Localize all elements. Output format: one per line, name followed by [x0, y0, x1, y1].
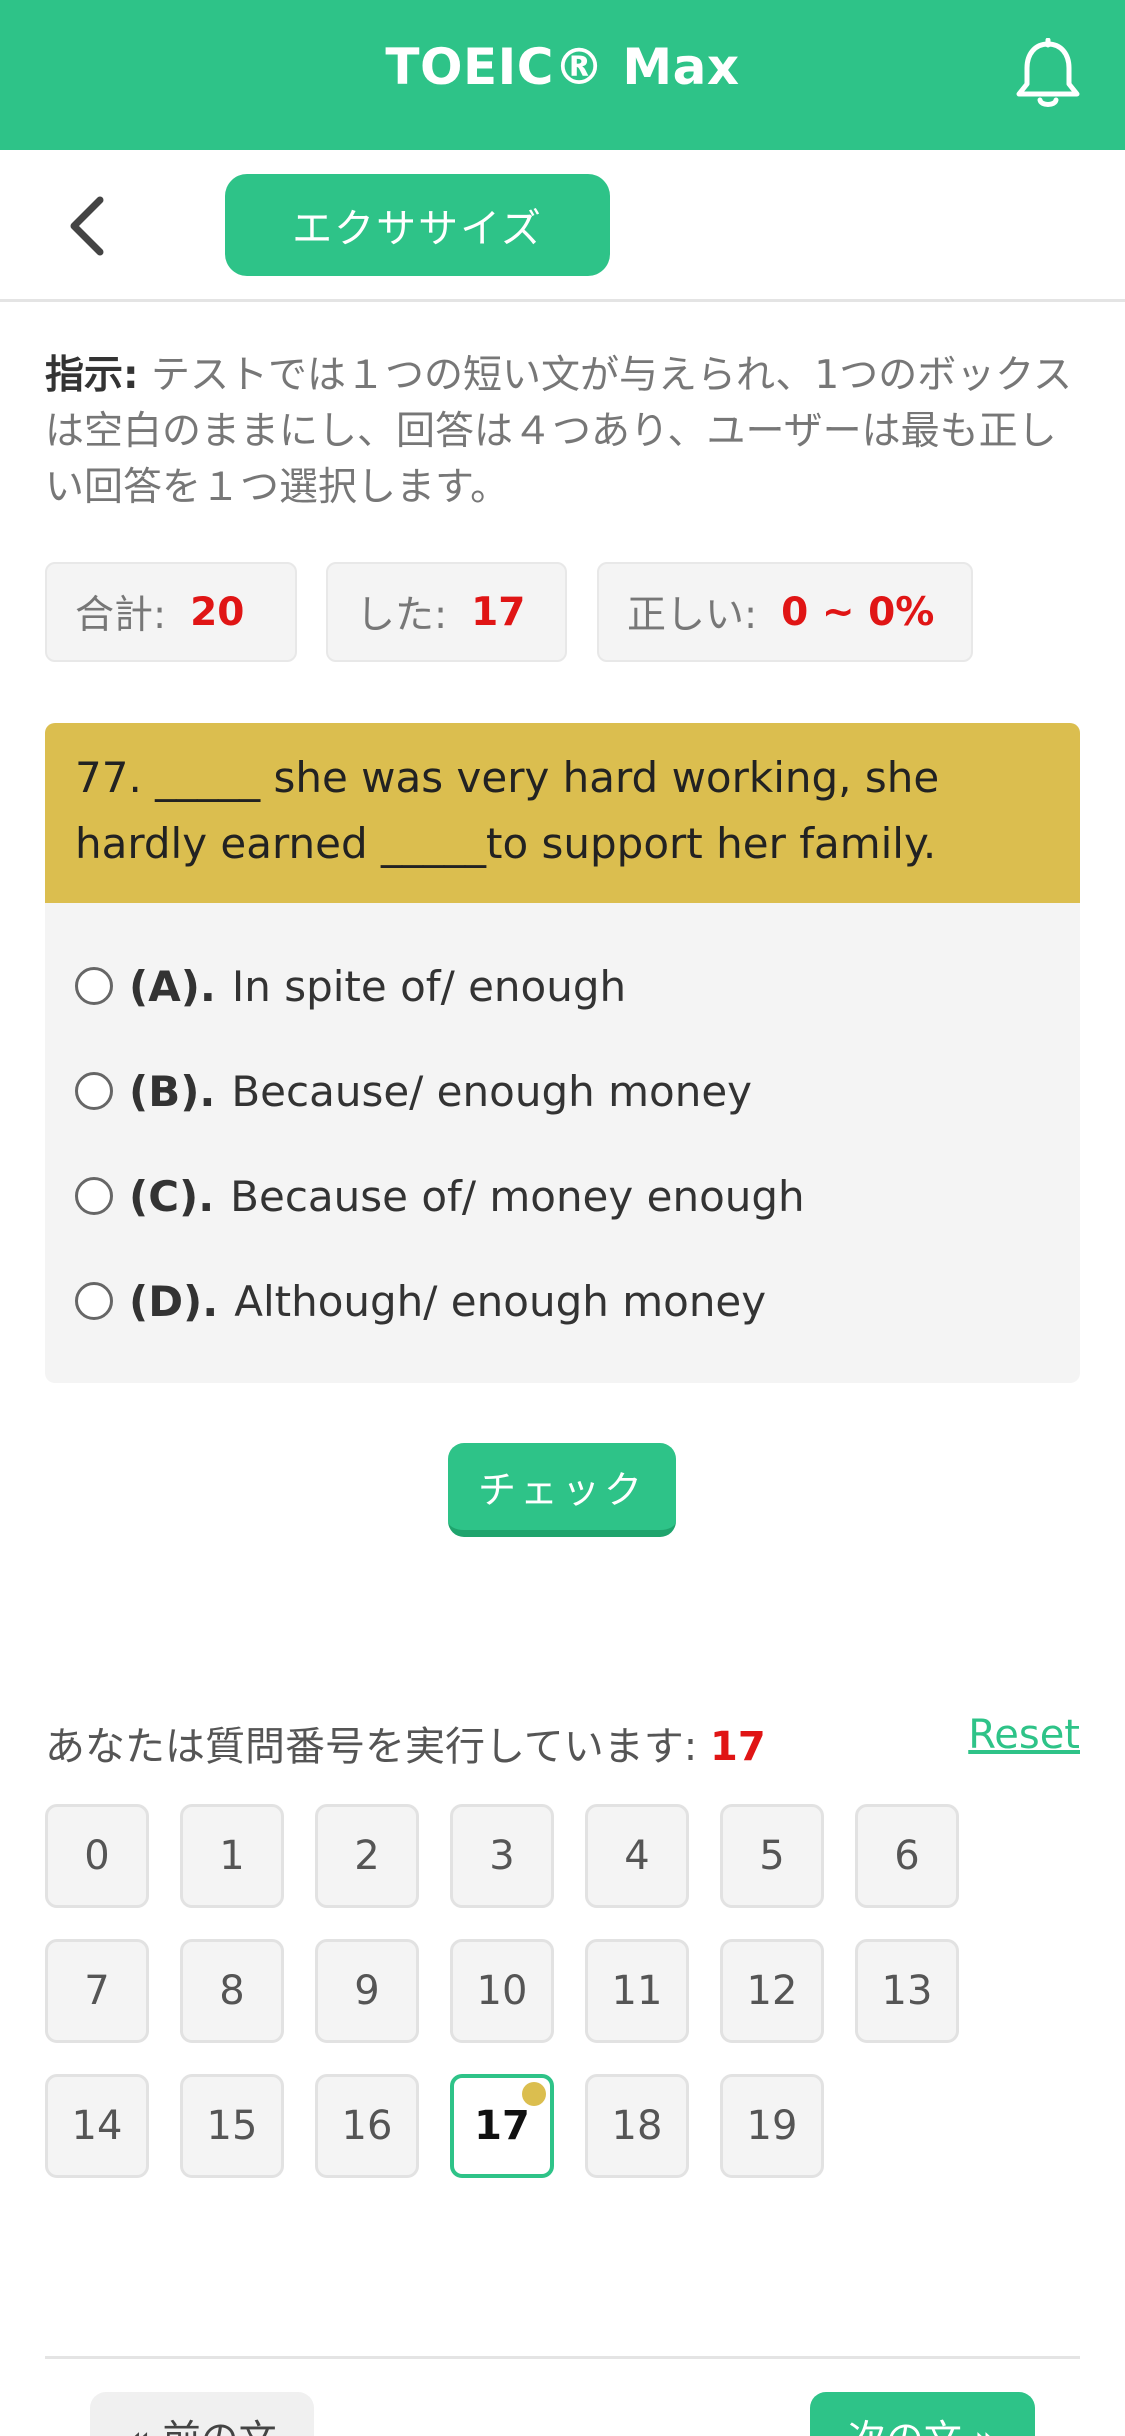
instructions-text: テストでは１つの短い文が与えられ、1つのボックスは空白のままにし、回答は４つあり…: [45, 353, 1073, 510]
instructions-label: 指示:: [45, 353, 139, 398]
question-number-button[interactable]: 15: [180, 2074, 284, 2178]
stat-done: した: 17: [326, 562, 567, 662]
question-number-button[interactable]: 18: [585, 2074, 689, 2178]
radio-button[interactable]: [75, 967, 113, 1005]
stat-correct: 正しい: 0 ~ 0%: [597, 562, 973, 662]
question-card: 77. _____ she was very hard working, she…: [45, 723, 1080, 1383]
option-text: In spite of/ enough: [231, 961, 627, 1011]
app-header: TOEIC® Max: [0, 0, 1125, 150]
radio-button[interactable]: [75, 1282, 113, 1320]
stat-done-value: 17: [471, 589, 526, 635]
bell-icon[interactable]: [1013, 38, 1083, 112]
option-text: Because of/ money enough: [230, 1171, 805, 1221]
question-number-button[interactable]: 19: [720, 2074, 824, 2178]
option-key: (C).: [129, 1171, 215, 1221]
question-number-button[interactable]: 7: [45, 1939, 149, 2043]
option-a[interactable]: (A). In spite of/ enough: [75, 956, 626, 1016]
reset-link[interactable]: Reset: [968, 1712, 1080, 1758]
question-number-button[interactable]: 13: [855, 1939, 959, 2043]
instructions: 指示: テストでは１つの短い文が与えられ、1つのボックスは空白のままにし、回答は…: [45, 348, 1075, 516]
next-sentence-button[interactable]: 次の文 »: [810, 2392, 1035, 2436]
question-text: 77. _____ she was very hard working, she…: [45, 723, 1080, 903]
current-question-number: 17: [710, 1724, 766, 1770]
question-number-button[interactable]: 11: [585, 1939, 689, 2043]
current-marker-dot: [522, 2082, 546, 2106]
question-number-button[interactable]: 0: [45, 1804, 149, 1908]
stat-total-label: 合計:: [75, 593, 167, 638]
radio-button[interactable]: [75, 1072, 113, 1110]
option-text: Because/ enough money: [231, 1066, 753, 1116]
question-number-button[interactable]: 8: [180, 1939, 284, 2043]
option-b[interactable]: (B). Because/ enough money: [75, 1061, 752, 1121]
question-number-button[interactable]: 1: [180, 1804, 284, 1908]
question-number-button-current[interactable]: 17: [450, 2074, 554, 2178]
previous-sentence-button[interactable]: « 前の文: [90, 2392, 314, 2436]
stat-done-label: した:: [356, 593, 448, 638]
option-d[interactable]: (D). Although/ enough money: [75, 1271, 766, 1331]
divider: [45, 2356, 1080, 2359]
chevron-left-icon[interactable]: [60, 194, 120, 258]
question-number-button[interactable]: 16: [315, 2074, 419, 2178]
stat-total: 合計: 20: [45, 562, 297, 662]
question-number-button[interactable]: 12: [720, 1939, 824, 2043]
question-number-button[interactable]: 5: [720, 1804, 824, 1908]
exercise-tab[interactable]: エクササイズ: [225, 174, 610, 276]
option-text: Although/ enough money: [234, 1276, 767, 1326]
option-c[interactable]: (C). Because of/ money enough: [75, 1166, 805, 1226]
current-question-indicator: あなたは質問番号を実行しています: 17: [45, 1714, 766, 1772]
question-number-button[interactable]: 3: [450, 1804, 554, 1908]
question-number-button[interactable]: 10: [450, 1939, 554, 2043]
question-number-button[interactable]: 4: [585, 1804, 689, 1908]
stat-total-value: 20: [190, 589, 245, 635]
sub-navigation: エクササイズ: [0, 150, 1125, 302]
stat-correct-value: 0 ~ 0%: [781, 589, 935, 635]
option-key: (A).: [129, 961, 216, 1011]
question-number-button[interactable]: 9: [315, 1939, 419, 2043]
question-number-button[interactable]: 14: [45, 2074, 149, 2178]
radio-button[interactable]: [75, 1177, 113, 1215]
option-key: (B).: [129, 1066, 216, 1116]
question-number-button[interactable]: 2: [315, 1804, 419, 1908]
check-button[interactable]: チェック: [448, 1443, 676, 1537]
question-number-button[interactable]: 6: [855, 1804, 959, 1908]
option-key: (D).: [129, 1276, 219, 1326]
stat-correct-label: 正しい:: [627, 593, 758, 638]
running-text: あなたは質問番号を実行しています:: [45, 1724, 698, 1770]
app-title: TOEIC® Max: [385, 38, 740, 96]
question-number-label: 17: [474, 2103, 530, 2149]
